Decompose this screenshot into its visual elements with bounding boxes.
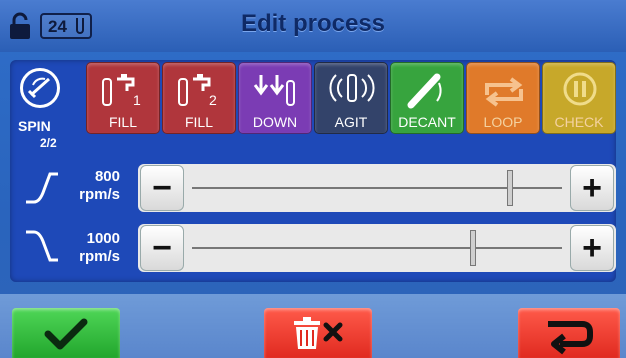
edit-process-screen: 24 Edit process SPIN 2/2 1 FILL 2 FILL D… <box>0 0 626 358</box>
step-agit-button[interactable]: AGIT <box>314 62 388 134</box>
spin-icon <box>20 68 60 108</box>
spin-label: SPIN <box>18 118 51 134</box>
accel-slider[interactable]: − + <box>138 164 616 212</box>
accel-thumb[interactable] <box>507 170 514 206</box>
decel-minus-button[interactable]: − <box>140 225 184 271</box>
decel-thumb[interactable] <box>470 230 477 266</box>
checkmark-icon <box>44 318 88 350</box>
ramp-down-icon <box>26 230 58 262</box>
decel-value: 1000 <box>86 230 120 247</box>
fill-number: 1 <box>133 92 141 108</box>
step-fill-2-button[interactable]: 2 FILL <box>162 62 236 134</box>
decel-slider[interactable]: − + <box>138 224 616 272</box>
step-label: DECANT <box>398 114 456 130</box>
step-decant-button[interactable]: DECANT <box>390 62 464 134</box>
decel-plus-button[interactable]: + <box>570 225 614 271</box>
decel-rate: 1000 rpm/s <box>64 230 120 266</box>
step-label: AGIT <box>334 114 368 130</box>
step-label: FILL <box>108 114 137 130</box>
step-fill-1-button[interactable]: 1 FILL <box>86 62 160 134</box>
decel-unit: rpm/s <box>79 248 120 265</box>
ramp-up-icon <box>26 172 58 204</box>
return-button[interactable] <box>518 308 620 358</box>
accel-value: 800 <box>94 168 120 185</box>
fill-number: 2 <box>209 92 217 108</box>
fill-tap-icon: 1 <box>102 74 141 108</box>
accel-plus-button[interactable]: + <box>570 165 614 211</box>
confirm-button[interactable] <box>12 308 120 358</box>
step-label: FILL <box>184 114 213 130</box>
decel-track <box>192 247 562 249</box>
accel-rate: 800 rpm/s <box>64 168 120 204</box>
page-title: Edit process <box>240 10 386 37</box>
return-arrow-icon <box>548 321 593 355</box>
fill-tap-icon: 2 <box>178 74 217 108</box>
accel-minus-button[interactable]: − <box>140 165 184 211</box>
step-down-button[interactable]: DOWN <box>238 62 312 134</box>
accel-unit: rpm/s <box>79 186 120 203</box>
step-label: CHECK <box>554 114 604 130</box>
down-arrows-icon <box>253 75 295 106</box>
header-bar: 24 Edit process <box>0 0 626 52</box>
pause-check-icon <box>563 72 597 106</box>
delete-button[interactable] <box>264 308 372 358</box>
loop-icon <box>485 77 523 107</box>
step-label: LOOP <box>483 114 523 130</box>
step-check-button[interactable]: CHECK <box>542 62 616 134</box>
step-loop-button[interactable]: LOOP <box>466 62 540 134</box>
spin-step[interactable]: SPIN 2/2 <box>14 62 74 154</box>
spin-count: 2/2 <box>40 136 57 150</box>
step-label: DOWN <box>252 114 298 130</box>
decant-icon <box>407 73 442 109</box>
agitate-icon <box>329 74 375 102</box>
trash-x-icon <box>294 317 343 349</box>
